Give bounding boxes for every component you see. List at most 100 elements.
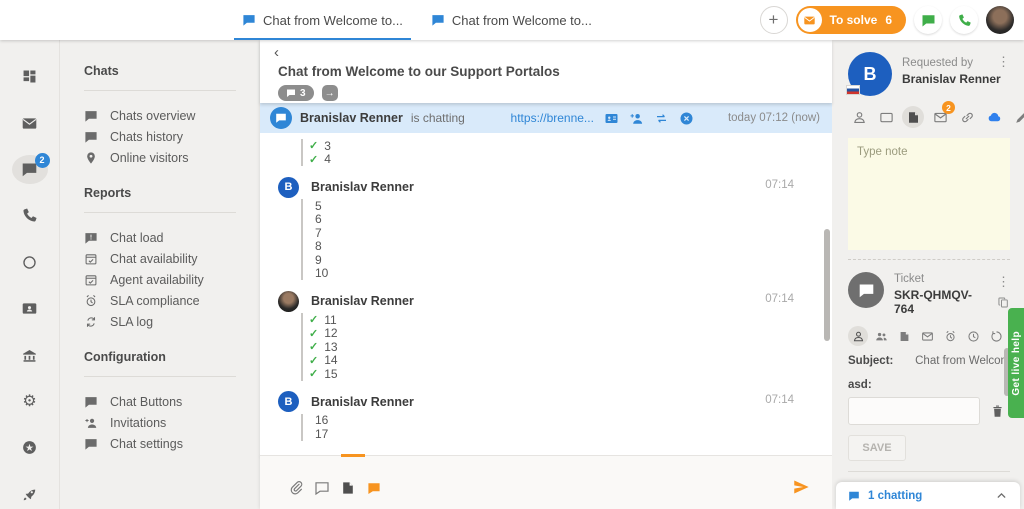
visitor-url-link[interactable]: https://brenne... [511, 111, 594, 125]
chat-message-icon[interactable] [366, 480, 382, 496]
ticket-tools [848, 326, 1010, 346]
sla-icon[interactable] [940, 326, 960, 346]
nav-label: SLA compliance [110, 294, 200, 308]
divider [848, 471, 1010, 472]
tab-chat-2[interactable]: Chat from Welcome to... [417, 0, 606, 40]
requested-by-label: Requested by [902, 57, 1001, 69]
reply-icon[interactable] [314, 480, 330, 496]
chat-start-time: today 07:12 (now) [728, 112, 820, 124]
sidebar-item-agent-availability[interactable]: Agent availability [84, 269, 260, 290]
envelope-icon [798, 8, 822, 32]
messages-scrollbar[interactable] [824, 229, 830, 341]
link-icon[interactable] [956, 106, 978, 128]
more-menu-icon[interactable]: ⋮ [997, 54, 1010, 70]
rail-getting-started-icon[interactable] [12, 480, 48, 509]
sender-name: Branislav Renner [311, 395, 414, 409]
card-icon[interactable] [875, 106, 897, 128]
custom-field-input[interactable] [848, 397, 980, 425]
sidebar-item-chat-availability[interactable]: Chat availability [84, 248, 260, 269]
save-button[interactable]: SAVE [848, 435, 906, 461]
sidebar-item-invitations[interactable]: Invitations [84, 412, 260, 433]
ticket-profile-icon[interactable] [848, 326, 868, 346]
rail-tickets-icon[interactable] [12, 108, 48, 137]
rail-dashboard-icon[interactable] [12, 62, 48, 91]
history-icon[interactable] [963, 326, 983, 346]
message-text: 4 [324, 152, 331, 166]
avatar-photo [278, 291, 299, 312]
message-row: ✓4 [315, 153, 832, 167]
check-icon: ✓ [309, 354, 318, 367]
requester-avatar[interactable]: B [848, 52, 892, 96]
invite-agent-icon[interactable] [629, 111, 644, 126]
active-tab-indicator [341, 454, 365, 457]
rail-calls-icon[interactable] [12, 201, 48, 230]
nav-section-configuration: Configuration Chat Buttons Invitations C… [84, 350, 260, 454]
sidebar-item-chats-history[interactable]: Chats history [84, 126, 260, 147]
to-solve-count: 6 [885, 13, 892, 27]
to-solve-button[interactable]: To solve 6 [796, 6, 906, 34]
activity-icon[interactable] [986, 326, 1006, 346]
more-menu-icon[interactable]: ⋮ [997, 274, 1010, 290]
send-icon[interactable] [792, 478, 810, 496]
add-button[interactable]: + [760, 6, 788, 34]
message-text: 11 [324, 313, 336, 327]
rail-social-icon[interactable] [12, 248, 48, 277]
rail-apps-icon[interactable] [12, 433, 48, 462]
notes-icon[interactable] [902, 106, 924, 128]
sidebar-item-sla-log[interactable]: SLA log [84, 311, 260, 332]
rail-chats-icon[interactable]: 2 [12, 155, 48, 184]
trash-icon[interactable] [990, 404, 1005, 419]
sidebar-item-chats-overview[interactable]: Chats overview [84, 105, 260, 126]
sidebar-item-chat-load[interactable]: Chat load [84, 227, 260, 248]
nav-label: Chat settings [110, 437, 183, 451]
chat-icon [431, 13, 445, 27]
message-row: 6 [315, 213, 832, 227]
end-chat-icon[interactable] [679, 111, 694, 126]
chat-status-button[interactable] [914, 6, 942, 34]
phone-icon [957, 13, 972, 28]
divider [84, 376, 236, 377]
attachment-icon[interactable] [288, 480, 304, 496]
mail-icon[interactable]: 2 [929, 106, 951, 128]
chevron-up-icon[interactable] [995, 489, 1008, 502]
pen-integration-icon[interactable] [1010, 106, 1024, 128]
rail-academy-icon[interactable] [12, 340, 48, 369]
forward-icon[interactable]: → [322, 85, 338, 101]
sidebar-item-chat-settings[interactable]: Chat settings [84, 433, 260, 454]
ticket-mail-icon[interactable] [917, 326, 937, 346]
message-list[interactable]: ✓3 ✓4 B Branislav Renner 07:14 5 6 7 [260, 133, 832, 455]
message-time: 07:14 [765, 179, 794, 191]
cloud-integration-icon[interactable] [983, 106, 1005, 128]
nav-label: Online visitors [110, 151, 189, 165]
sidebar-item-sla-compliance[interactable]: SLA compliance [84, 290, 260, 311]
back-chevron-icon[interactable]: ‹ [270, 44, 283, 61]
user-avatar[interactable] [986, 6, 1014, 34]
copy-icon[interactable] [997, 296, 1010, 309]
tab-chat-1[interactable]: Chat from Welcome to... [228, 0, 417, 40]
ticket-notes-icon[interactable] [894, 326, 914, 346]
phone-status-button[interactable] [950, 6, 978, 34]
transfer-icon[interactable] [654, 111, 669, 126]
note-input[interactable] [848, 138, 1010, 250]
divider [84, 212, 236, 213]
chat-icon [84, 395, 98, 409]
agents-icon[interactable] [871, 326, 891, 346]
chat-count-pill[interactable]: 3 [278, 85, 314, 101]
note-icon[interactable] [340, 480, 356, 496]
check-icon: ✓ [309, 313, 318, 326]
live-help-tab[interactable]: Get live help [1008, 308, 1024, 418]
contact-card-icon[interactable] [604, 111, 619, 126]
visitor-name: Branislav Renner [300, 111, 403, 125]
message-group: Branislav Renner 07:14 ✓11 ✓12 ✓13 ✓14 ✓… [278, 289, 832, 381]
sidebar-item-chat-buttons[interactable]: Chat Buttons [84, 391, 260, 412]
chatting-bar[interactable]: 1 chatting [836, 482, 1020, 509]
profile-icon[interactable] [848, 106, 870, 128]
chat-main: ‹ Chat from Welcome to our Support Porta… [260, 40, 832, 509]
message-text: 16 [315, 413, 328, 427]
rail-settings-icon[interactable]: ⚙ [12, 387, 48, 416]
visitor-status: is chatting [411, 111, 465, 125]
rail-contacts-icon[interactable] [12, 294, 48, 323]
message-row: 5 [315, 199, 832, 213]
sidebar-item-online-visitors[interactable]: Online visitors [84, 147, 260, 168]
message-row: 8 [315, 240, 832, 254]
